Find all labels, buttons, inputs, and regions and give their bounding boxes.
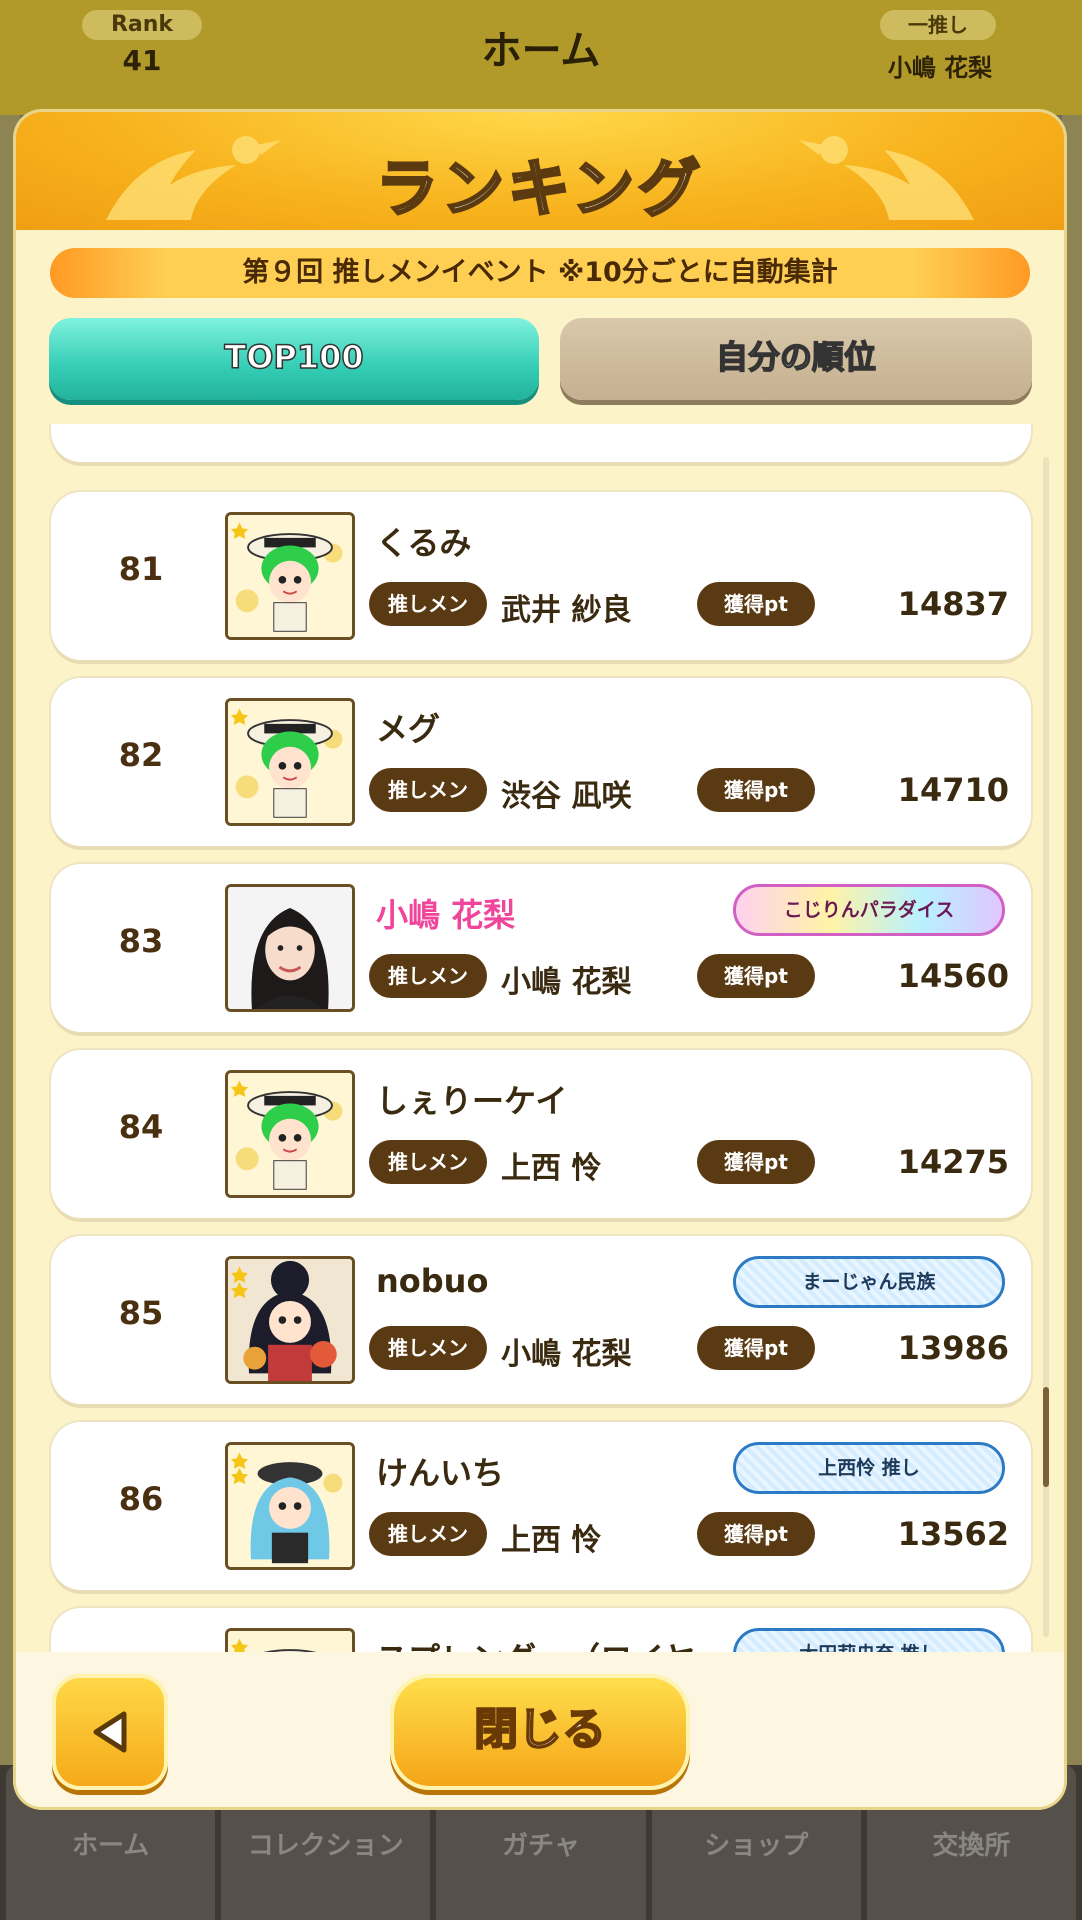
rank-number: 83 <box>118 922 164 960</box>
oshi-member-name: 上西 怜 <box>501 1523 602 1558</box>
ranking-dialog: ランキング 第９回 推しメンイベント ※10分ごとに自動集計 TOP100 自分… <box>16 112 1064 1807</box>
triangle-left-icon <box>93 1711 127 1753</box>
scrollbar-thumb[interactable] <box>1043 1387 1049 1487</box>
oshi-member-label: 推しメン <box>369 954 487 998</box>
title-badge: こじりんパラダイス <box>733 884 1005 936</box>
ranking-row[interactable]: 82 メグ 推しメン 渋谷 凪咲 獲得pt 14710 <box>51 678 1031 846</box>
event-banner: 第９回 推しメンイベント ※10分ごとに自動集計 <box>50 248 1030 298</box>
rank-number: 85 <box>118 1294 164 1332</box>
oshi-member-name: 小嶋 花梨 <box>501 1337 632 1372</box>
player-avatar-icon <box>225 1442 355 1570</box>
player-name: メグ <box>376 710 441 748</box>
points-value: 14275 <box>897 1143 1009 1181</box>
points-value: 14710 <box>897 771 1009 809</box>
ranking-list[interactable]: 81 くるみ 推しメン 武井 紗良 獲得pt 14837 82 メグ 推しメン … <box>16 424 1064 1664</box>
points-value: 13986 <box>897 1329 1009 1367</box>
player-name: くるみ <box>376 524 472 562</box>
player-avatar-icon <box>225 512 355 640</box>
rank-number: 82 <box>118 736 164 774</box>
player-avatar-icon <box>225 698 355 826</box>
points-value: 14837 <box>897 585 1009 623</box>
player-avatar-icon <box>225 1256 355 1384</box>
ranking-row[interactable]: 83 小嶋 花梨 こじりんパラダイス 推しメン 小嶋 花梨 獲得pt 14560 <box>51 864 1031 1032</box>
ranking-row[interactable]: 81 くるみ 推しメン 武井 紗良 獲得pt 14837 <box>51 492 1031 660</box>
player-name: 小嶋 花梨 <box>376 896 516 934</box>
dialog-title: ランキング <box>374 151 705 227</box>
points-label: 獲得pt <box>697 582 815 626</box>
oshi-label: 一推し <box>880 10 996 40</box>
oshi-member-label: 推しメン <box>369 1140 487 1184</box>
player-photo-avatar <box>225 884 355 1012</box>
player-name: けんいち <box>376 1454 505 1492</box>
oshi-member-label: 推しメン <box>369 1326 487 1370</box>
ranking-row[interactable]: 86 けんいち 上西怜 推し 推しメン 上西 怜 獲得pt 13562 <box>51 1422 1031 1590</box>
ranking-row[interactable]: 84 しぇりーケイ 推しメン 上西 怜 獲得pt 14275 <box>51 1050 1031 1218</box>
title-badge: まーじゃん民族 <box>733 1256 1005 1308</box>
tab-top100[interactable]: TOP100 <box>49 318 539 400</box>
home-header: Rank 41 ホーム 一推し 小嶋 花梨 <box>0 0 1082 115</box>
oshi-member-name: 小嶋 花梨 <box>501 965 632 1000</box>
points-label: 獲得pt <box>697 768 815 812</box>
points-label: 獲得pt <box>697 954 815 998</box>
background-edge-right <box>1062 115 1082 1765</box>
player-name: nobuo <box>376 1262 489 1300</box>
tab-my-rank[interactable]: 自分の順位 <box>560 318 1032 400</box>
title-badge: 上西怜 推し <box>733 1442 1005 1494</box>
oshi-member-name: 渋谷 凪咲 <box>501 779 632 814</box>
ranking-row[interactable]: 85 nobuo まーじゃん民族 推しメン 小嶋 花梨 獲得pt 13986 <box>51 1236 1031 1404</box>
oshi-member-label: 推しメン <box>369 582 487 626</box>
points-label: 獲得pt <box>697 1512 815 1556</box>
points-value: 14560 <box>897 957 1009 995</box>
oshi-member-label: 推しメン <box>369 1512 487 1556</box>
ranking-row-previous <box>51 424 1031 462</box>
rank-number: 86 <box>118 1480 164 1518</box>
oshi-member-name: 上西 怜 <box>501 1151 602 1186</box>
points-label: 獲得pt <box>697 1326 815 1370</box>
rank-number: 81 <box>118 550 164 588</box>
close-button[interactable]: 閉じる <box>390 1674 690 1790</box>
player-avatar-icon <box>225 1070 355 1198</box>
oshi-member-label: 推しメン <box>369 768 487 812</box>
rank-number: 84 <box>118 1108 164 1146</box>
back-button[interactable] <box>52 1674 168 1790</box>
oshi-member-name: 武井 紗良 <box>501 593 632 628</box>
dialog-header: ランキング <box>16 112 1064 230</box>
oshi-name: 小嶋 花梨 <box>887 54 993 82</box>
points-value: 13562 <box>897 1515 1009 1553</box>
points-label: 獲得pt <box>697 1140 815 1184</box>
player-name: しぇりーケイ <box>376 1082 568 1120</box>
